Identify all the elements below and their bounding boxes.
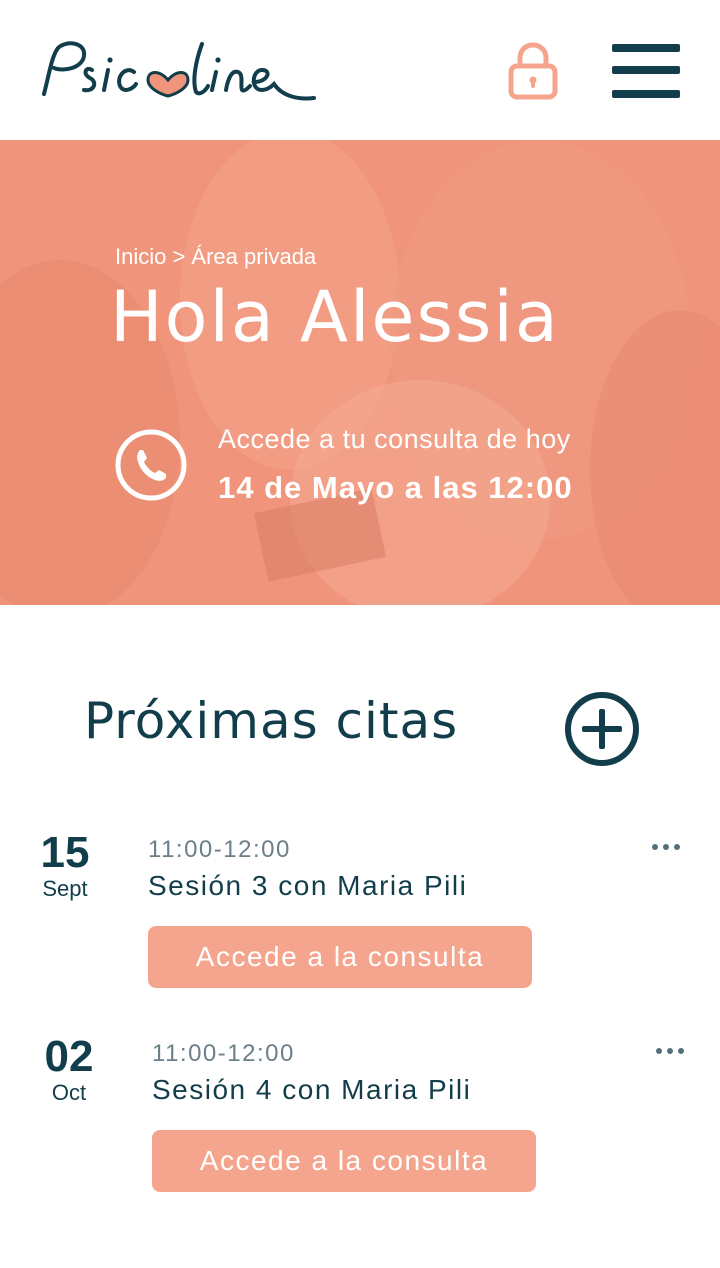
appointment-month: Sept bbox=[42, 876, 88, 901]
plus-circle-icon bbox=[565, 692, 639, 766]
appointment-item: 02 Oct 11:00-12:00 Sesión 4 con Maria Pi… bbox=[0, 1030, 720, 1210]
appointment-day: 02 bbox=[44, 1032, 94, 1081]
consult-today-datetime: 14 de Mayo a las 12:00 bbox=[218, 470, 573, 505]
logo-graphic bbox=[42, 41, 316, 101]
more-options-icon[interactable] bbox=[652, 840, 682, 854]
section-title: Próximas citas bbox=[84, 692, 459, 750]
appointment-item: 15 Sept 11:00-12:00 Sesión 3 con Maria P… bbox=[0, 826, 720, 1006]
lock-icon[interactable] bbox=[508, 42, 558, 100]
add-appointment-button[interactable] bbox=[563, 690, 641, 768]
app-header bbox=[0, 0, 720, 140]
more-options-icon[interactable] bbox=[656, 1044, 686, 1058]
appointment-title: Sesión 4 con Maria Pili bbox=[152, 1074, 472, 1105]
psicoline-logo[interactable] bbox=[36, 30, 326, 110]
appointment-time: 11:00-12:00 bbox=[152, 1040, 295, 1067]
page-title: Hola Alessia bbox=[110, 276, 560, 358]
appointment-title: Sesión 3 con Maria Pili bbox=[148, 870, 468, 901]
hero-banner: Inicio > Área privada Hola Alessia Acced… bbox=[0, 140, 720, 605]
hamburger-menu-icon[interactable] bbox=[612, 44, 680, 98]
join-consultation-button[interactable]: Accede a la consulta bbox=[148, 926, 532, 988]
phone-icon[interactable] bbox=[114, 428, 188, 502]
appointment-month: Oct bbox=[51, 1080, 87, 1105]
appointment-day: 15 bbox=[40, 828, 90, 877]
appointment-time: 11:00-12:00 bbox=[148, 836, 291, 863]
join-consultation-button[interactable]: Accede a la consulta bbox=[152, 1130, 536, 1192]
hero-background-image bbox=[0, 140, 720, 605]
breadcrumb[interactable]: Inicio > Área privada bbox=[115, 244, 316, 270]
consult-today-label[interactable]: Accede a tu consulta de hoy bbox=[218, 424, 571, 455]
